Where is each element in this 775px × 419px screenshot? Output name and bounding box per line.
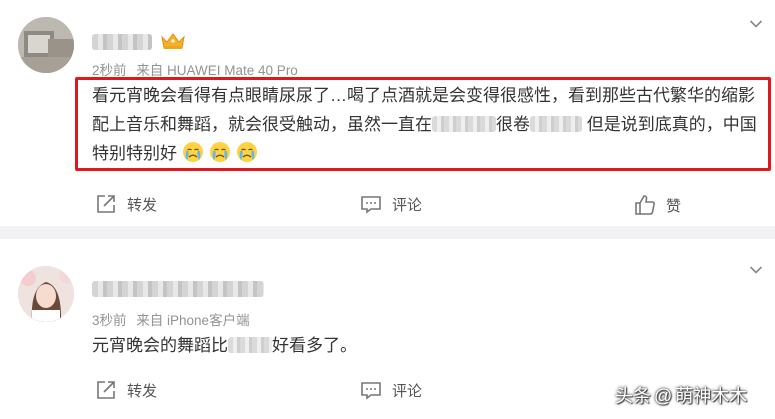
content-text: 好看多了。 xyxy=(272,336,357,355)
comment-icon xyxy=(361,382,381,400)
post-meta: 2秒前 来自 HUAWEI Mate 40 Pro xyxy=(92,59,298,79)
avatar[interactable] xyxy=(18,17,74,73)
content-text: 元宵晚会的舞蹈比 xyxy=(92,336,228,355)
post-source[interactable]: 来自 HUAWEI Mate 40 Pro xyxy=(136,63,298,78)
like-label: 赞 xyxy=(666,197,682,215)
forward-button[interactable]: 转发 xyxy=(95,193,157,215)
share-icon xyxy=(97,195,115,213)
post-source[interactable]: 来自 iPhone客户端 xyxy=(136,313,249,328)
post-content: 元宵晚会的舞蹈比 好看多了。 xyxy=(92,331,357,360)
comment-button[interactable]: 评论 xyxy=(360,379,422,401)
comment-icon xyxy=(361,196,381,214)
redacted-text xyxy=(432,116,496,132)
post-meta: 3秒前 来自 iPhone客户端 xyxy=(92,309,250,329)
post-divider xyxy=(0,226,775,239)
post-time: 2秒前 xyxy=(92,63,127,78)
crown-icon xyxy=(161,33,185,49)
watermark-separator: @ xyxy=(654,386,673,406)
post-time: 3秒前 xyxy=(92,313,127,328)
avatar[interactable] xyxy=(18,266,74,322)
post-card: 2秒前 来自 HUAWEI Mate 40 Pro 看元宵晚会看得有点眼睛尿尿了… xyxy=(0,0,775,226)
watermark: 头条 @ 萌神木木 xyxy=(615,382,747,408)
comment-button[interactable]: 评论 xyxy=(360,193,422,215)
watermark-author: 萌神木木 xyxy=(675,386,748,406)
chevron-down-icon[interactable] xyxy=(749,19,763,29)
forward-label: 转发 xyxy=(127,382,158,400)
crying-face-icon xyxy=(209,142,230,162)
crying-face-icon xyxy=(182,142,203,162)
redacted-text xyxy=(530,116,582,132)
share-icon xyxy=(97,381,115,399)
content-text: 很卷 xyxy=(496,115,530,134)
thumbs-up-icon xyxy=(635,195,655,215)
username-redacted[interactable] xyxy=(92,281,264,297)
post-content: 看元宵晚会看得有点眼睛尿尿了…喝了点酒就是会变得很感性，看到那些古代繁华的缩影 … xyxy=(92,81,767,168)
comment-label: 评论 xyxy=(392,196,423,214)
watermark-platform: 头条 xyxy=(615,386,651,406)
comment-label: 评论 xyxy=(392,382,423,400)
chevron-down-icon[interactable] xyxy=(749,265,763,275)
username-redacted[interactable] xyxy=(92,34,152,50)
crying-face-icon xyxy=(236,142,257,162)
redacted-text xyxy=(228,337,272,353)
like-button[interactable]: 赞 xyxy=(634,194,681,216)
forward-label: 转发 xyxy=(127,196,158,214)
forward-button[interactable]: 转发 xyxy=(95,379,157,401)
